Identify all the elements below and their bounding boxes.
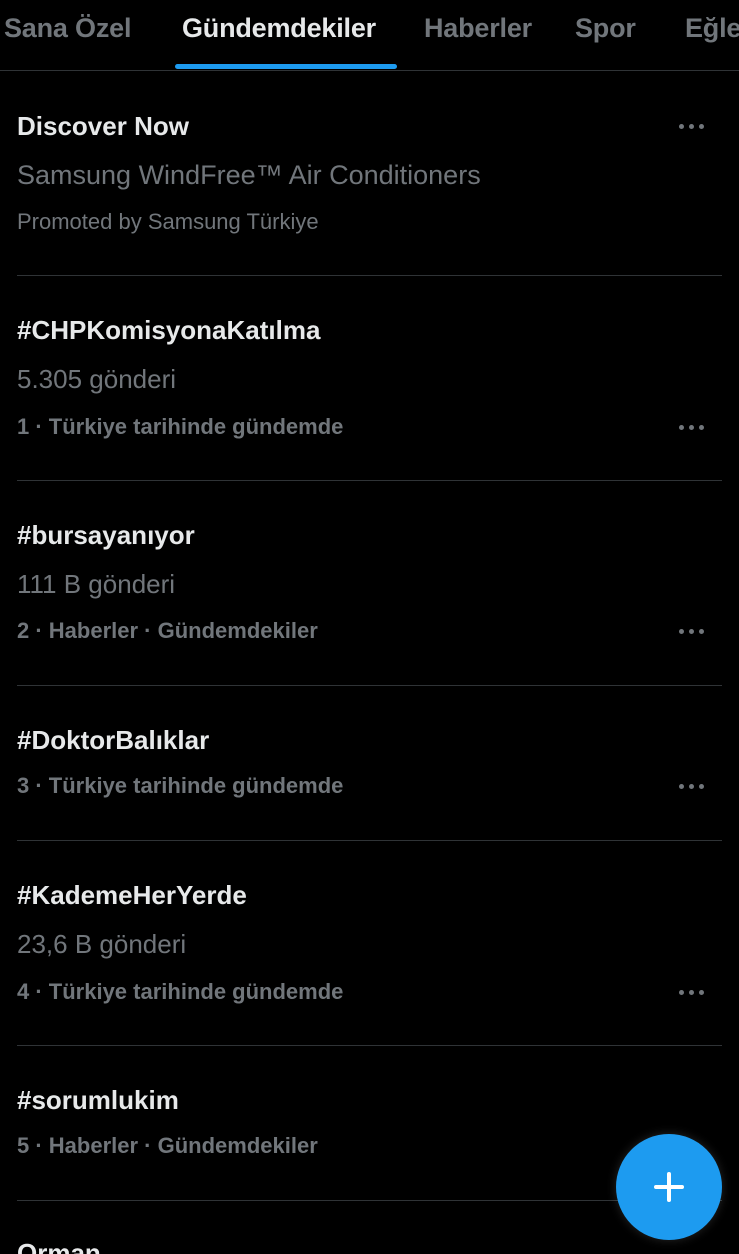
tab-entertainment[interactable]: Eğlence: [685, 12, 739, 44]
more-horizontal-icon[interactable]: [678, 122, 706, 130]
trend-context: 2 · Haberler · Gündemdekiler: [17, 618, 318, 643]
tab-news[interactable]: Haberler: [424, 12, 532, 44]
trend-context: 3 · Türkiye tarihinde gündemde: [17, 773, 344, 798]
promoted-subtitle: Samsung WindFree™ Air Conditioners: [17, 160, 481, 190]
tab-for-you[interactable]: Sana Özel: [4, 12, 131, 44]
trend-name: #CHPKomisyonaKatılma: [17, 315, 321, 345]
trend-name: #KademeHerYerde: [17, 880, 247, 910]
tab-sports[interactable]: Spor: [575, 12, 636, 44]
more-horizontal-icon[interactable]: [678, 627, 706, 635]
trend-name: #DoktorBalıklar: [17, 725, 210, 755]
active-tab-indicator: [175, 64, 397, 69]
trend-item[interactable]: #bursayanıyor 111 B gönderi 2 · Haberler…: [17, 481, 722, 686]
trend-context: 5 · Haberler · Gündemdekiler: [17, 1133, 318, 1158]
more-horizontal-icon[interactable]: [678, 988, 706, 996]
trend-post-count: 23,6 B gönderi: [17, 929, 187, 959]
more-horizontal-icon[interactable]: [678, 782, 706, 790]
promoted-by-label: Promoted by Samsung Türkiye: [17, 209, 319, 234]
compose-post-button[interactable]: [616, 1134, 722, 1240]
promoted-title: Discover Now: [17, 111, 189, 141]
trend-item[interactable]: Orman: [17, 1201, 722, 1254]
promoted-trend[interactable]: Discover Now Samsung WindFree™ Air Condi…: [17, 70, 722, 276]
trend-post-count: 5.305 gönderi: [17, 364, 177, 394]
trend-name: #sorumlukim: [17, 1085, 179, 1115]
trend-context: 1 · Türkiye tarihinde gündemde: [17, 414, 344, 439]
trend-context: 4 · Türkiye tarihinde gündemde: [17, 979, 344, 1004]
trend-item[interactable]: #CHPKomisyonaKatılma 5.305 gönderi 1 · T…: [17, 276, 722, 481]
trend-name: #bursayanıyor: [17, 520, 195, 550]
trend-item[interactable]: #DoktorBalıklar 3 · Türkiye tarihinde gü…: [17, 686, 722, 841]
trend-item[interactable]: #KademeHerYerde 23,6 B gönderi 4 · Türki…: [17, 841, 722, 1046]
trend-name: Orman: [17, 1238, 101, 1254]
trend-post-count: 111 B gönderi: [17, 569, 176, 599]
explore-tab-bar: Sana Özel Gündemdekiler Haberler Spor Eğ…: [0, 0, 739, 71]
more-horizontal-icon[interactable]: [678, 423, 706, 431]
tab-trending[interactable]: Gündemdekiler: [182, 12, 376, 44]
